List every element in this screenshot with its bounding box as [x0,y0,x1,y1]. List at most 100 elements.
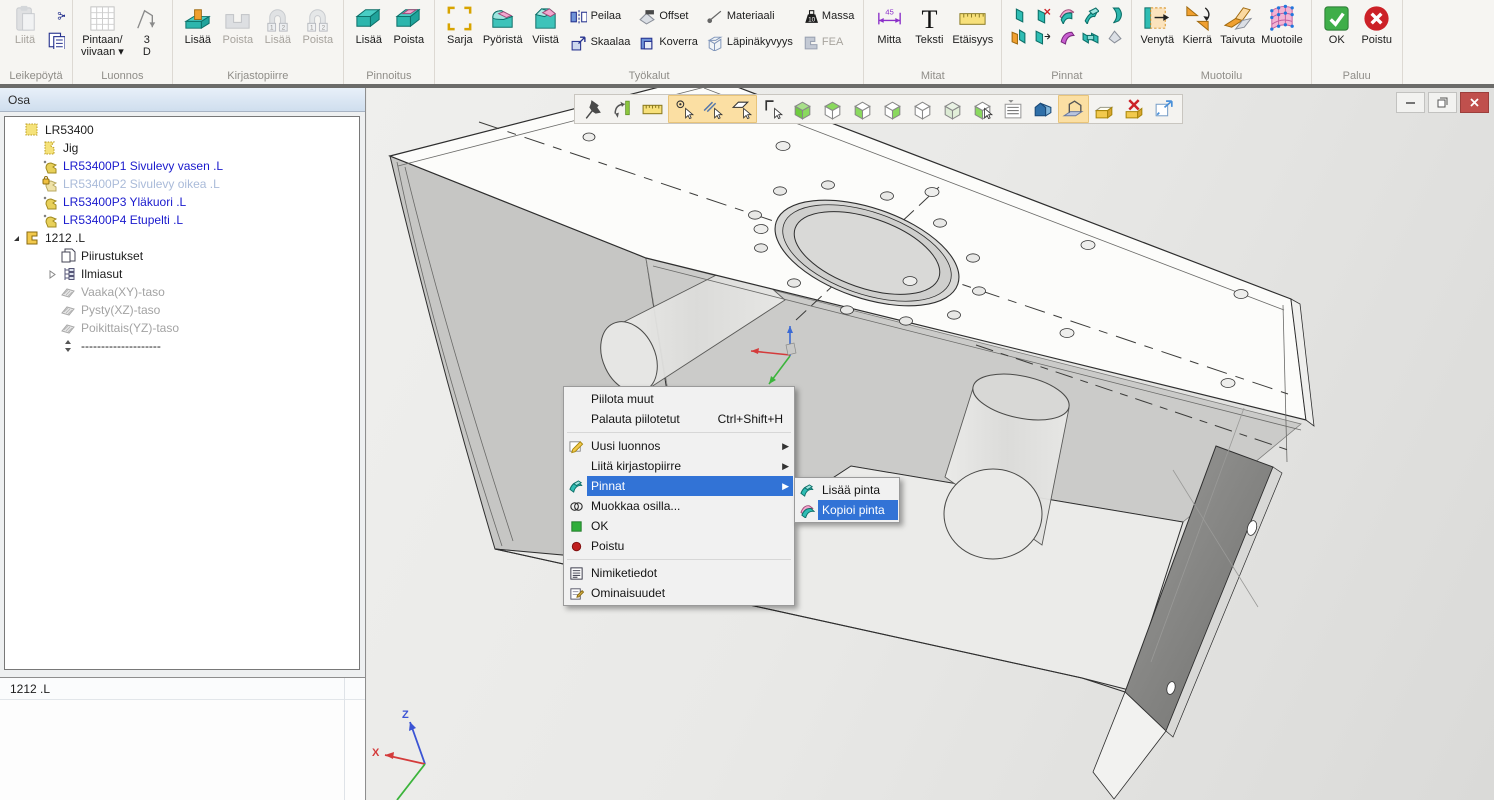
menu-item-ok[interactable]: OK [565,516,793,536]
ribbon-button-muotoile[interactable]: Muotoile [1258,1,1306,48]
surf4-button[interactable] [1082,7,1099,24]
ribbon-button-läpinäkyvyys[interactable]: Läpinäkyvyys [706,30,793,54]
menu-item-palauta-piilotetut[interactable]: Palauta piilotetutCtrl+Shift+H [565,409,793,429]
ribbon-button-poista[interactable]: Poista [218,1,258,48]
ribbon-button-materiaali[interactable]: Materiaali [706,4,793,28]
menu-item-liit-kirjastopiirre[interactable]: Liitä kirjastopiirre▶ [565,456,793,476]
snap-point-button[interactable] [669,96,698,122]
ribbon-button-sarja[interactable]: Sarja [440,1,480,48]
viewport-3d[interactable]: Z X Piilota muutPalauta piilotetutCtrl+S… [367,88,1494,800]
tree-expander-icon[interactable] [47,269,58,280]
ribbon-button-koverra[interactable]: Koverra [638,30,698,54]
snap-face-button[interactable] [727,96,756,122]
tree-item-lr53400p1-sivulevy-vasen-l[interactable]: LR53400P1 Sivulevy vasen .L [5,157,359,175]
pin-button[interactable] [578,96,607,122]
panel-splitter[interactable] [0,670,365,677]
ribbon-group-mitat: 45MittaTTekstiEtäisyysMitat [864,0,1002,84]
tree-item-lr53400[interactable]: LR53400 [5,121,359,139]
ribbon-button-taivuta[interactable]: Taivuta [1217,1,1258,48]
tree-item-1212-l[interactable]: 1212 .L [5,229,359,247]
ribbon-button-liit-[interactable]: Liitä [5,1,45,48]
minimize-button[interactable] [1396,92,1425,113]
box-open-icon [1093,98,1116,121]
cube-shaded-button[interactable] [788,96,817,122]
cube-top-button[interactable] [818,96,847,122]
tree-expander-icon[interactable] [11,233,22,244]
model-canvas[interactable]: Z X [367,88,1494,800]
ribbon-button-offset[interactable]: Offset [638,4,698,28]
measure-button[interactable] [638,96,667,122]
ribbon-button-poista[interactable]: Poista [389,1,429,48]
surf8-button[interactable] [1058,28,1075,45]
surf6-button[interactable] [1010,28,1027,45]
cut-button[interactable]: ✂ [47,6,65,24]
ribbon-button-lis-[interactable]: 12Lisää [258,1,298,48]
tree-item-ilmiasut[interactable]: Ilmiasut [5,265,359,283]
ribbon-button-poistu[interactable]: Poistu [1357,1,1397,48]
menu-item-uusi-luonnos[interactable]: Uusi luonnos▶ [565,436,793,456]
menu-item-lis-pinta[interactable]: Lisää pinta [796,480,898,500]
tree-item--[interactable]: -------------------- [5,337,359,355]
surf1-button[interactable] [1010,7,1027,24]
copy-button[interactable] [47,31,65,49]
tree-item-lr53400p3-yl-kuori-l[interactable]: LR53400P3 Yläkuori .L [5,193,359,211]
tree-item-vaaka-xy-taso[interactable]: Vaaka(XY)-taso [5,283,359,301]
menu-surface-icon [565,478,587,494]
ribbon-button-3-d[interactable]: 3 D [127,1,167,60]
tree-item-jig[interactable]: Jig [5,139,359,157]
box-delete-button[interactable] [1120,96,1149,122]
menu-item-ominaisuudet[interactable]: Ominaisuudet [565,583,793,603]
ribbon-button-et-isyys[interactable]: Etäisyys [949,1,996,48]
surf7-button[interactable] [1034,28,1051,45]
ribbon-button-poista[interactable]: 12Poista [298,1,338,48]
ribbon-button-peilaa[interactable]: Peilaa [570,4,631,28]
tree-item-lr53400p2-sivulevy-oikea-l[interactable]: LR53400P2 Sivulevy oikea .L [5,175,359,193]
ribbon-button-lis-[interactable]: Lisää [178,1,218,48]
ribbon-button-massa[interactable]: 10Massa [801,4,854,28]
snap-line-button[interactable] [698,96,727,122]
model-tree[interactable]: LR53400JigLR53400P1 Sivulevy vasen .LLR5… [4,116,360,670]
menu-item-muokkaa-osilla-[interactable]: Muokkaa osilla... [565,496,793,516]
ribbon-button-py-rist-[interactable]: Pyöristä [480,1,526,48]
menu-item-piilota-muut[interactable]: Piilota muut [565,389,793,409]
menu-item-kopioi-pinta[interactable]: Kopioi pinta [796,500,898,520]
surf9-button[interactable] [1082,28,1099,45]
surf3-button[interactable] [1058,7,1075,24]
menu-item-nimiketiedot[interactable]: Nimiketiedot [565,563,793,583]
cube-left-button[interactable] [848,96,877,122]
cube-right-button[interactable] [878,96,907,122]
sketch-plane-button[interactable] [1059,96,1088,122]
box-open-button[interactable] [1090,96,1119,122]
cube-outline-button[interactable] [908,96,937,122]
surf10-button[interactable] [1106,28,1123,45]
menu-item-poistu[interactable]: Poistu [565,536,793,556]
surf2-button[interactable] [1034,7,1051,24]
tree-item-pysty-xz-taso[interactable]: Pysty(XZ)-taso [5,301,359,319]
tree-item-lr53400p4-etupelti-l[interactable]: LR53400P4 Etupelti .L [5,211,359,229]
ribbon-button-pintaan-viivaan-[interactable]: Pintaan/ viivaan ▾ [78,1,127,60]
menu-item-pinnat[interactable]: Pinnat▶ [565,476,793,496]
ribbon-button-kierr-[interactable]: Kierrä [1177,1,1217,48]
part-list-item[interactable]: 1212 .L [0,678,365,700]
close-button[interactable] [1460,92,1489,113]
ribbon-button-skaalaa[interactable]: Skaalaa [570,30,631,54]
ribbon-button-fea[interactable]: FEA [801,30,854,54]
ribbon-small-column: 10MassaFEA [797,1,858,54]
cube-select-button[interactable] [968,96,997,122]
ribbon-button-lis-[interactable]: Lisää [349,1,389,48]
cube-pale-button[interactable] [938,96,967,122]
snap-edge-button[interactable] [758,96,787,122]
export-button[interactable] [1150,96,1179,122]
ribbon-button-venyt-[interactable]: Venytä [1137,1,1177,48]
ribbon-button-ok[interactable]: OK [1317,1,1357,48]
extrude-button[interactable] [1028,96,1057,122]
tree-item-piirustukset[interactable]: Piirustukset [5,247,359,265]
ribbon-button-teksti[interactable]: TTeksti [909,1,949,48]
ribbon-button-mitta[interactable]: 45Mitta [869,1,909,48]
list-view-button[interactable] [998,96,1027,122]
restore-button[interactable] [1428,92,1457,113]
rotate-view-button[interactable] [608,96,637,122]
surf5-button[interactable] [1106,7,1123,24]
ribbon-button-viist-[interactable]: Viistä [526,1,566,48]
tree-item-poikittais-yz-taso[interactable]: Poikittais(YZ)-taso [5,319,359,337]
